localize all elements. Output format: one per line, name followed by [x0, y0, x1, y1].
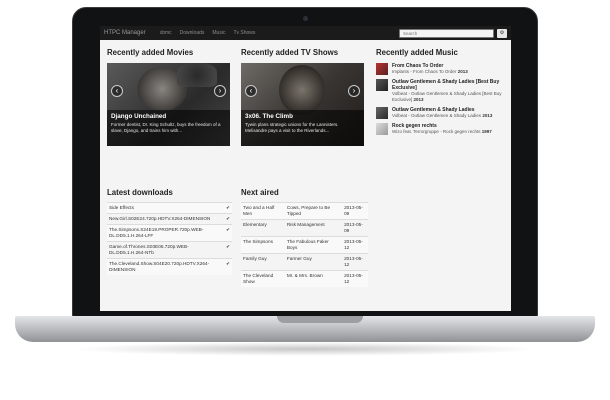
laptop-stage: HTPC Manager xbmc Downloads Music Tv Sho… [0, 0, 610, 400]
table-row[interactable]: The Cleveland Show Mr. & Mrs. Brown 2013-0… [241, 270, 368, 287]
album-artist: Volbeat - Outlaw Gentlemen & Shady Ladie… [392, 113, 482, 118]
show-link[interactable]: The Simpsons [241, 236, 285, 254]
brand-link[interactable]: HTPC Manager [104, 30, 146, 36]
tv-poster-art [279, 65, 325, 115]
downloads-panel: Latest downloads Side Effects ✔ New.Girl.… [107, 188, 232, 275]
laptop-lid: HTPC Manager xbmc Downloads Music Tv Sho… [72, 7, 538, 317]
episode-title: Mr. & Mrs. Brown [284, 270, 343, 287]
download-name: New.Girl.S02E24.720p.HDTV.X264-DIMENSION [107, 213, 225, 225]
table-row[interactable]: Side Effects ✔ [107, 202, 232, 214]
nav-link-downloads[interactable]: Downloads [180, 30, 205, 36]
album-artist: Volbeat - Outlaw Gentlemen & Shady Ladie… [392, 91, 502, 102]
movies-heading: Recently added Movies [107, 48, 194, 57]
download-name: The.Cleveland.Show.S04E20.720p.HDTV.X264… [107, 258, 225, 275]
chevron-right-icon[interactable]: › [214, 85, 226, 97]
album-artist: Implants - From Chaos To Order [392, 69, 457, 74]
search-input[interactable] [399, 28, 494, 38]
air-date: 2013-05-12 [342, 236, 368, 254]
check-icon: ✔ [224, 202, 232, 214]
movie-description: Former dentist, Dr. King Schultz, buys t… [111, 122, 221, 133]
music-panel: Recently added Music From Chaos To Order… [376, 48, 507, 135]
gear-icon[interactable]: ⚙ [497, 28, 507, 38]
movie-caption: Django Unchained Former dentist, Dr. Kin… [107, 110, 230, 146]
chevron-left-icon[interactable]: ‹ [245, 85, 257, 97]
table-row[interactable]: Family Guy Farmer Guy 2013-05-12 [241, 253, 368, 271]
next-aired-heading: Next aired [241, 188, 279, 197]
camera-icon [303, 16, 308, 21]
table-row[interactable]: The.Cleveland.Show.S04E20.720p.HDTV.X264… [107, 258, 232, 275]
laptop-notch [277, 316, 363, 323]
table-row[interactable]: Elementary Risk Management 2013-05-09 [241, 219, 368, 237]
downloads-table: Side Effects ✔ New.Girl.S02E24.720p.HDTV.… [107, 202, 232, 275]
table-row[interactable]: Two and a Half Men Cows, Prepare to Be Ti… [241, 202, 368, 220]
check-icon: ✔ [224, 213, 232, 225]
episode-title[interactable]: 3x06. The Climb [245, 113, 360, 120]
music-item[interactable]: Outlaw Gentlemen & Shady Ladies [Best Bu… [376, 79, 507, 103]
music-item[interactable]: From Chaos To Order Implants - From Chao… [376, 63, 507, 75]
table-row[interactable]: Game.of.Thrones.S03E06.720p.WEB-DL.DD5.1… [107, 241, 232, 259]
album-cover [376, 123, 388, 135]
episode-description: Tywin plans strategic unions for the Lan… [245, 122, 339, 133]
album-cover [376, 63, 388, 75]
download-name: Game.of.Thrones.S03E06.720p.WEB-DL.DD5.1… [107, 241, 225, 259]
music-item[interactable]: Rock gegen rechts Wizo feat. Terrorgrupp… [376, 123, 507, 135]
album-artist: Wizo feat. Terrorgruppe - Rock gegen rec… [392, 129, 481, 134]
album-year: 2013 [482, 113, 493, 118]
tvshows-carousel[interactable]: ‹ › 3x06. The Climb Tywin plans strategi… [241, 63, 364, 146]
table-row[interactable]: New.Girl.S02E24.720p.HDTV.X264-DIMENSION… [107, 213, 232, 225]
show-link[interactable]: Two and a Half Men [241, 202, 285, 220]
download-name: The.Simpsons.S24E19.PROPER.720p.WEB-DL.D… [107, 224, 225, 242]
download-name: Side Effects [107, 202, 225, 214]
next-aired-panel: Next aired Two and a Half Men Cows, Prepa… [241, 188, 368, 287]
album-title: Outlaw Gentlemen & Shady Ladies [Best Bu… [392, 79, 500, 91]
chevron-right-icon[interactable]: › [348, 85, 360, 97]
album-cover [376, 107, 388, 119]
episode-title: Farmer Guy [284, 253, 343, 271]
show-link[interactable]: The Cleveland Show [241, 270, 285, 287]
hat-art [177, 63, 217, 87]
air-date: 2013-05-12 [342, 253, 368, 271]
tvshows-panel: Recently added TV Shows ‹ › 3x06. The Cl… [241, 48, 366, 146]
show-link[interactable]: Family Guy [241, 253, 285, 271]
chevron-left-icon[interactable]: ‹ [111, 85, 123, 97]
air-date: 2013-05-09 [342, 202, 368, 220]
laptop-shadow [70, 342, 540, 356]
nav-link-tvshows[interactable]: Tv Shows [233, 30, 255, 36]
table-row[interactable]: The.Simpsons.S24E19.PROPER.720p.WEB-DL.D… [107, 224, 232, 242]
album-year: 2013 [413, 97, 424, 102]
laptop-base [15, 316, 595, 342]
air-date: 2013-05-12 [342, 270, 368, 287]
app-screen: HTPC Manager xbmc Downloads Music Tv Sho… [100, 26, 511, 311]
movies-carousel[interactable]: ‹ › Django Unchained Former dentist, Dr.… [107, 63, 230, 146]
episode-title: Cows, Prepare to Be Tipped [284, 202, 343, 220]
episode-title: Risk Management [284, 219, 343, 237]
check-icon: ✔ [224, 258, 232, 275]
show-link[interactable]: Elementary [241, 219, 285, 237]
tv-caption: 3x06. The Climb Tywin plans strategic un… [241, 110, 364, 146]
album-year: 1997 [481, 129, 492, 134]
episode-title: The Fabulous Faker Boys [284, 236, 343, 254]
movies-panel: Recently added Movies ‹ › Django Unchain… [107, 48, 232, 146]
music-heading: Recently added Music [376, 48, 458, 57]
tvshows-heading: Recently added TV Shows [241, 48, 339, 57]
nav-link-music[interactable]: Music [212, 30, 225, 36]
music-item[interactable]: Outlaw Gentlemen & Shady Ladies Volbeat … [376, 107, 507, 119]
downloads-heading: Latest downloads [107, 188, 173, 197]
album-cover [376, 79, 388, 91]
album-year: 2013 [457, 69, 468, 74]
check-icon: ✔ [224, 241, 232, 259]
check-icon: ✔ [224, 224, 232, 242]
table-row[interactable]: The Simpsons The Fabulous Faker Boys 2013-… [241, 236, 368, 254]
movie-title[interactable]: Django Unchained [111, 113, 226, 120]
nav-link-xbmc[interactable]: xbmc [160, 30, 172, 36]
air-date: 2013-05-09 [342, 219, 368, 237]
next-aired-table: Two and a Half Men Cows, Prepare to Be Ti… [241, 202, 368, 287]
navbar: HTPC Manager xbmc Downloads Music Tv Sho… [100, 26, 511, 40]
